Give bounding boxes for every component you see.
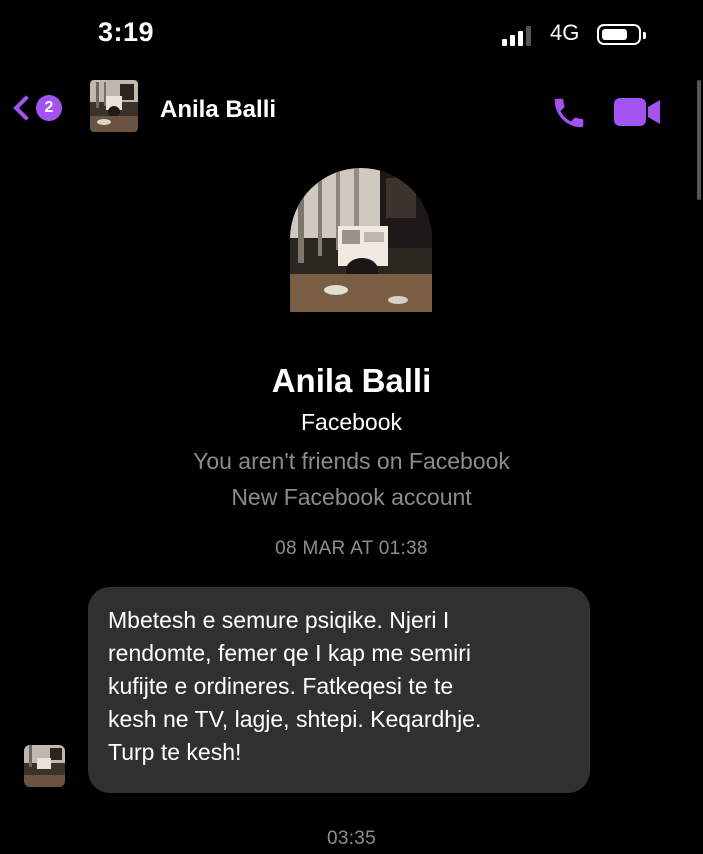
message-timestamp: 08 MAR AT 01:38 xyxy=(275,538,428,559)
video-call-button[interactable] xyxy=(614,96,664,128)
message-line: Turp te kesh! xyxy=(108,739,242,765)
sender-avatar[interactable] xyxy=(24,745,65,787)
message-line: kesh ne TV, lagje, shtepi. Keqardhje. xyxy=(108,706,482,732)
contact-name[interactable]: Anila Balli xyxy=(160,96,276,124)
profile-photo[interactable] xyxy=(290,168,432,312)
scroll-thumb[interactable] xyxy=(697,80,701,200)
scrollbar[interactable] xyxy=(695,0,703,200)
back-chevron-icon xyxy=(13,95,39,121)
battery-icon xyxy=(597,24,646,45)
conversation-header: 2 Anila Balli xyxy=(0,80,703,140)
profile-platform: Facebook xyxy=(300,409,402,435)
status-bar: 3:19 4G xyxy=(0,0,703,68)
phone-icon xyxy=(554,98,584,128)
audio-call-button[interactable] xyxy=(550,94,588,132)
profile-name: Anila Balli xyxy=(271,362,432,399)
signal-strength-icon xyxy=(502,26,538,46)
friend-status: You aren't friends on Facebook xyxy=(193,448,510,474)
unread-badge: 2 xyxy=(36,95,62,121)
video-camera-icon xyxy=(614,98,660,126)
account-note: New Facebook account xyxy=(231,484,472,510)
network-type: 4G xyxy=(550,20,580,45)
message-line: rendomte, femer qe I kap me semiri xyxy=(108,640,472,666)
message-timestamp: 03:35 xyxy=(326,828,377,849)
message-bubble[interactable]: Mbetesh e semure psiqike. Njeri I rendom… xyxy=(88,587,590,793)
message-line: Mbetesh e semure psiqike. Njeri I xyxy=(108,607,450,633)
status-time: 3:19 xyxy=(98,17,155,47)
message-line: kufijte e ordineres. Fatkeqesi te te xyxy=(108,673,454,699)
contact-avatar[interactable] xyxy=(90,80,138,132)
